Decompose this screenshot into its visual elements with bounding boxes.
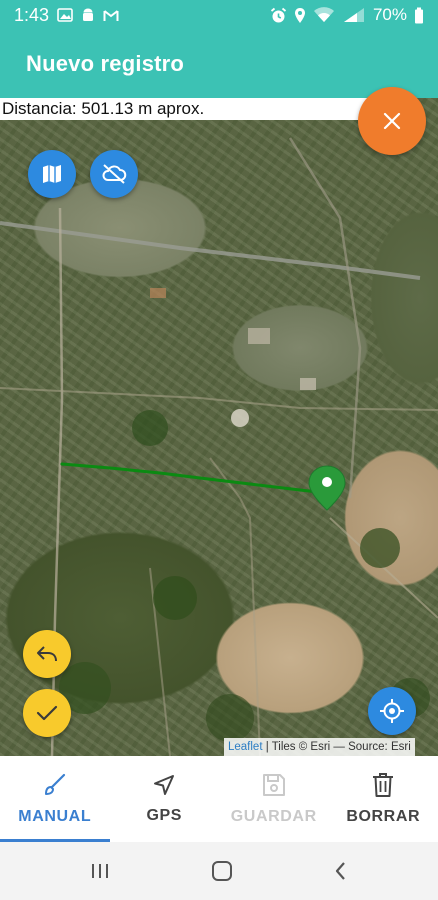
satellite-map[interactable] (0, 98, 438, 756)
signal-icon (342, 7, 366, 23)
attribution-text: | Tiles © Esri — Source: Esri (262, 741, 411, 753)
android-icon (81, 8, 95, 23)
app-screen: 1:43 70% Nuevo registro Distancia: 501.1… (0, 0, 438, 900)
back-icon[interactable] (333, 860, 349, 882)
map-attribution: Leaflet | Tiles © Esri — Source: Esri (224, 738, 415, 756)
tab-label: BORRAR (346, 808, 421, 825)
trash-icon (371, 772, 395, 798)
crosshair-icon (379, 698, 405, 724)
tab-borrar[interactable]: BORRAR (329, 756, 438, 842)
tab-manual[interactable]: MANUAL (0, 756, 110, 842)
location-icon (294, 7, 306, 24)
battery-icon (414, 7, 424, 24)
alarm-icon (270, 7, 287, 24)
battery-percent: 70% (372, 5, 407, 24)
tab-label: GUARDAR (230, 808, 317, 825)
home-icon[interactable] (210, 859, 234, 883)
close-icon (383, 112, 401, 130)
system-nav-bar (0, 842, 438, 900)
leaflet-link[interactable]: Leaflet (228, 741, 263, 753)
cloud-off-icon (101, 163, 127, 185)
undo-button[interactable] (23, 630, 71, 678)
map-icon (41, 163, 63, 185)
status-time: 1:43 (14, 4, 50, 25)
close-button[interactable] (358, 87, 426, 155)
gmail-icon (103, 9, 119, 22)
confirm-button[interactable] (23, 689, 71, 737)
status-bar: 1:43 70% (0, 0, 438, 30)
location-marker-icon[interactable] (307, 464, 347, 512)
locate-me-button[interactable] (368, 687, 416, 735)
brush-icon (42, 772, 68, 798)
wifi-icon (313, 7, 335, 23)
navigation-icon (152, 773, 176, 797)
recents-icon[interactable] (89, 861, 111, 881)
tab-guardar[interactable]: GUARDAR (219, 756, 329, 842)
app-bar: Nuevo registro (0, 30, 438, 98)
distance-label: Distancia: 501.13 m aprox. (0, 98, 380, 120)
tab-gps[interactable]: GPS (110, 756, 220, 842)
offline-toggle-button[interactable] (90, 150, 138, 198)
tab-label: GPS (146, 807, 183, 824)
page-title: Nuevo registro (26, 51, 185, 76)
undo-icon (35, 644, 59, 664)
bottom-tab-bar: MANUAL GPS GUARDAR BORRAR (0, 756, 438, 842)
tab-label: MANUAL (18, 808, 92, 825)
map-layers-button[interactable] (28, 150, 76, 198)
track-line (60, 462, 329, 495)
check-icon (36, 704, 58, 722)
save-icon (261, 772, 287, 798)
image-icon (57, 8, 73, 22)
